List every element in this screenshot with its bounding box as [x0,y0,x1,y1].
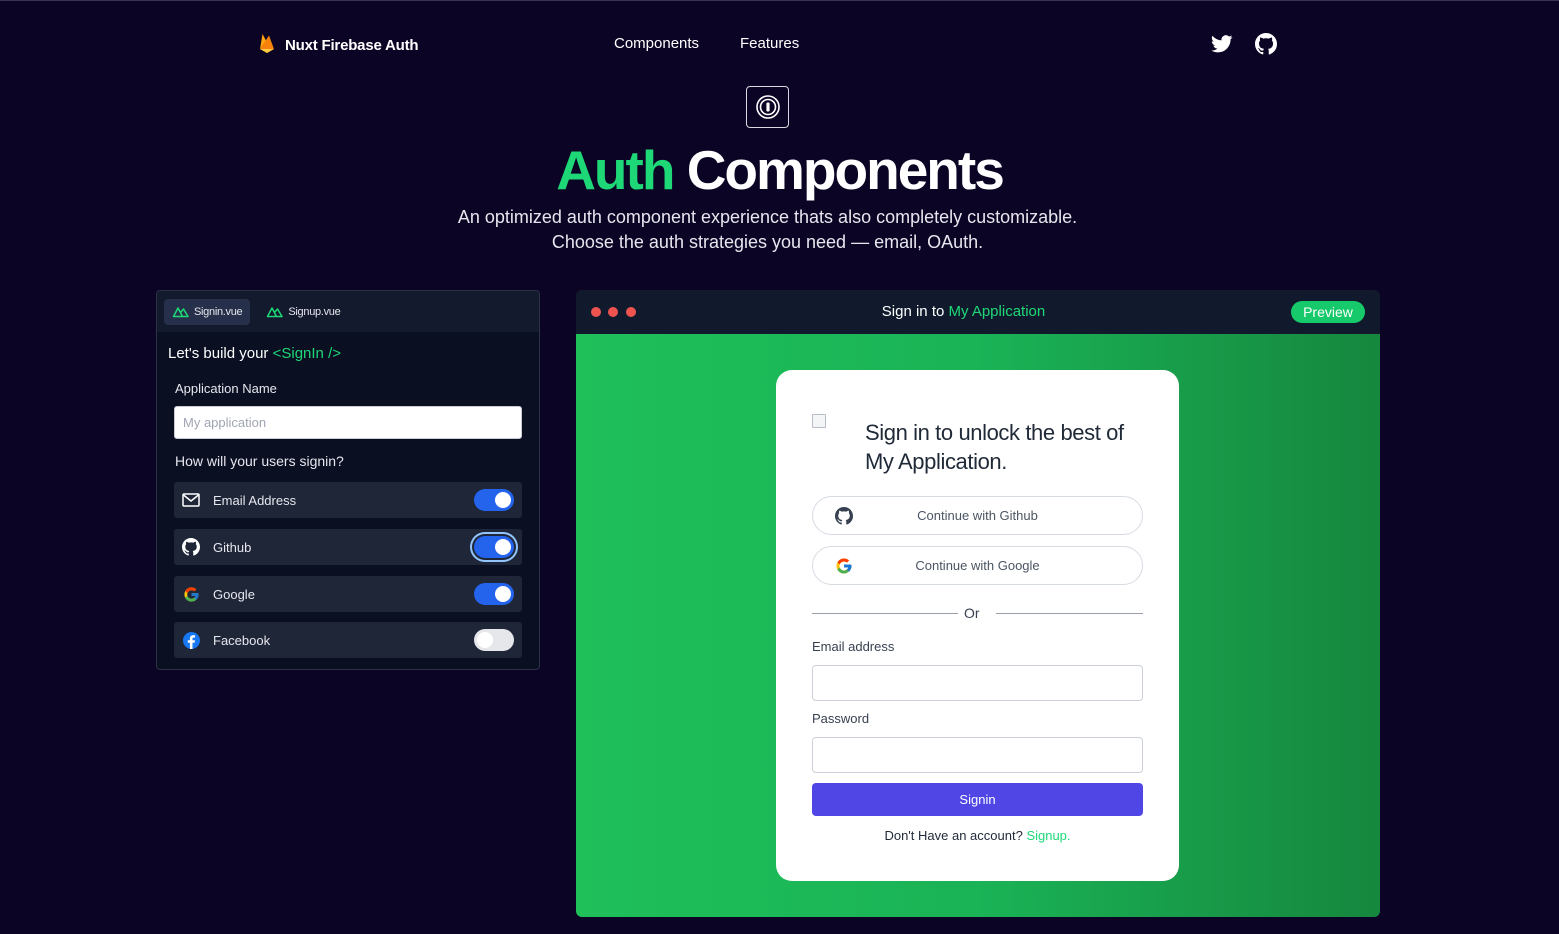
email-label: Email address [812,639,895,654]
top-border [0,0,1559,1]
provider-label: Facebook [213,632,271,648]
page-title-rest: Components [686,139,1005,201]
signin-question: How will your users signin? [175,453,344,469]
continue-with-google-button[interactable]: Continue with Google [812,546,1143,585]
provider-row-email: Email Address [174,482,522,518]
preview-titlebar: Sign in to My Application Preview [576,290,1380,334]
nav-link-features[interactable]: Features [740,35,799,52]
builder-panel: Signin.vue Signup.vue Let's build your <… [156,290,540,670]
google-toggle[interactable] [474,583,514,605]
divider-line [812,613,958,614]
preview-title: Sign in to My Application [576,303,1351,320]
continue-with-github-button[interactable]: Continue with Github [812,496,1143,535]
preview-canvas: Sign in to unlock the best of My Applica… [576,334,1380,917]
app-name-label: Application Name [175,381,277,396]
password-label: Password [812,711,870,726]
google-icon [834,556,854,576]
preview-title-app: My Application [948,303,1046,320]
divider-line [996,613,1143,614]
tab-signup-label: Signup.vue [288,305,341,318]
provider-label: Google [213,586,255,602]
app-name-input[interactable] [174,406,522,439]
signup-link[interactable]: Signup [1026,828,1066,843]
signup-prompt-text: Don't Have an account? [884,828,1023,843]
provider-label: Github [213,539,252,555]
github-icon [834,506,854,526]
brand-name: Nuxt Firebase Auth [285,37,419,54]
signup-prompt: Don't Have an account? Signup. [776,828,1179,843]
builder-heading: Let's build your <SignIn /> [168,345,341,362]
tab-signin-label: Signin.vue [194,305,243,318]
signin-card: Sign in to unlock the best of My Applica… [776,370,1179,881]
lock-badge-icon [746,86,789,128]
tab-signin-vue[interactable]: Signin.vue [164,298,251,325]
email-field[interactable] [812,665,1143,701]
preview-badge: Preview [1291,301,1365,323]
builder-heading-code: <SignIn /> [272,345,341,362]
builder-heading-prefix: Let's build your [168,345,269,362]
google-button-label: Continue with Google [915,558,1040,573]
signin-card-title: Sign in to unlock the best of My Applica… [865,420,1124,474]
github-toggle[interactable] [474,536,514,558]
broken-image-icon [812,414,826,428]
facebook-toggle[interactable] [474,629,514,651]
provider-row-facebook: Facebook [174,622,522,658]
signup-period: . [1066,828,1071,843]
provider-row-google: Google [174,576,522,612]
email-toggle[interactable] [474,489,514,511]
vue-icon [172,306,189,317]
github-icon[interactable] [1254,32,1278,56]
signin-button[interactable]: Signin [812,783,1143,816]
divider-text: Or [964,605,980,621]
preview-window: Sign in to My Application Preview Sign i… [576,290,1380,917]
github-icon [182,538,200,556]
file-tabs: Signin.vue Signup.vue [157,291,539,332]
page-title-accent: Auth [556,139,675,201]
provider-label: Email Address [213,492,297,508]
page-title: Auth Components [0,138,1559,202]
google-icon [182,585,200,603]
github-button-label: Continue with Github [917,508,1038,523]
tab-signup-vue[interactable]: Signup.vue [258,299,348,325]
password-field[interactable] [812,737,1143,773]
brand[interactable]: Nuxt Firebase Auth [258,32,419,59]
subtitle-line-1: An optimized auth component experience t… [457,207,1078,227]
nav-link-components[interactable]: Components [614,35,699,52]
subtitle-line-2: Choose the auth strategies you need — em… [551,232,984,252]
provider-row-github: Github [174,529,522,565]
vue-icon [267,306,284,317]
preview-title-prefix: Sign in to [881,303,945,320]
page-subtitle: An optimized auth component experience t… [0,205,1535,255]
mail-icon [182,491,200,509]
facebook-icon [182,631,200,649]
twitter-icon[interactable] [1210,32,1234,56]
firebase-icon [258,32,276,59]
